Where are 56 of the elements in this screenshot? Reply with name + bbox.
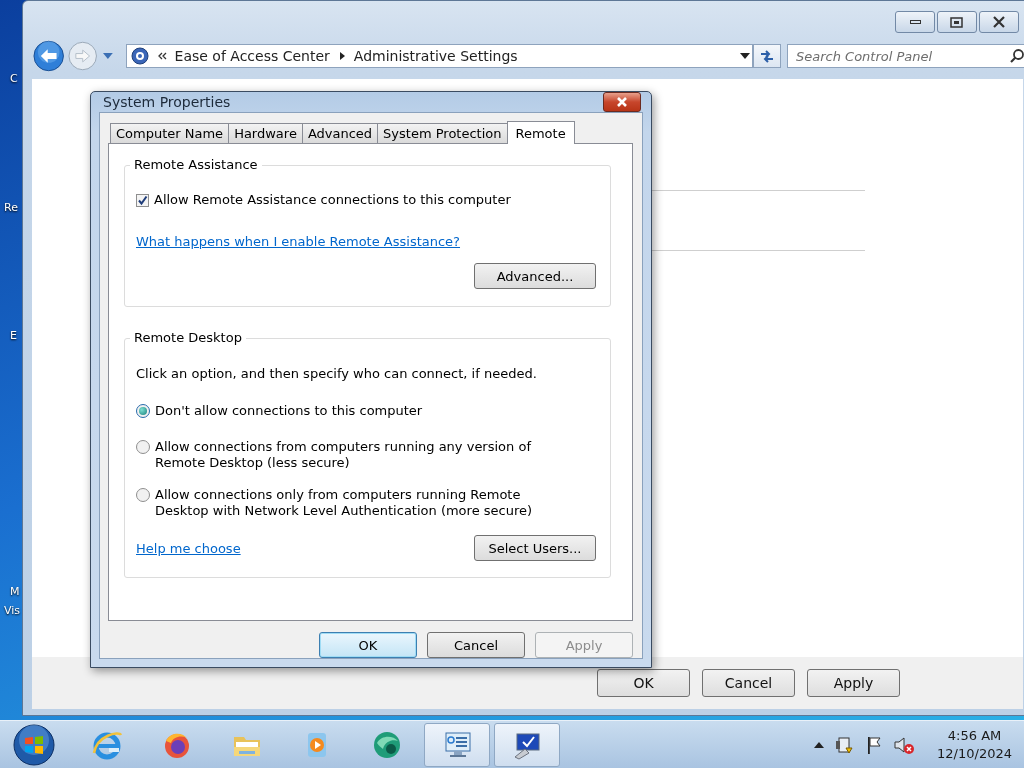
radio-label: Allow connections from computers running any version of Remote Desktop (less secure) bbox=[155, 439, 531, 471]
start-button[interactable] bbox=[12, 722, 56, 767]
dialog-title: System Properties bbox=[103, 94, 231, 110]
desktop-icon-label: M bbox=[10, 585, 20, 598]
flag-icon[interactable] bbox=[865, 734, 884, 755]
refresh-button[interactable] bbox=[753, 44, 781, 68]
radio-button[interactable] bbox=[136, 440, 150, 454]
search-field[interactable]: Search Control Panel bbox=[787, 44, 1024, 68]
maximize-button[interactable] bbox=[937, 11, 977, 33]
breadcrumb-link[interactable]: Ease of Access Center bbox=[174, 48, 330, 64]
group-heading: Remote Assistance bbox=[130, 157, 262, 172]
tab[interactable]: Hardware bbox=[228, 123, 303, 143]
dialog-button[interactable]: OK bbox=[319, 632, 417, 658]
dialog-button[interactable]: Apply bbox=[807, 669, 900, 697]
speaker-muted-icon[interactable] bbox=[893, 734, 916, 755]
recent-pages-dropdown-icon[interactable] bbox=[101, 51, 114, 61]
checkbox-label: Allow Remote Assistance connections to this computer bbox=[154, 192, 511, 208]
close-button[interactable] bbox=[603, 92, 641, 112]
taskbar-button[interactable] bbox=[494, 722, 560, 767]
clock-time: 4:56 AM bbox=[947, 726, 1002, 745]
clock-date: 12/10/2024 bbox=[937, 744, 1012, 763]
desktop-icon-label: Re bbox=[4, 201, 18, 214]
tab[interactable]: Advanced bbox=[301, 123, 379, 143]
breadcrumb-link[interactable]: Administrative Settings bbox=[353, 48, 518, 64]
tab[interactable]: Computer Name bbox=[110, 123, 230, 143]
chevron-icon[interactable] bbox=[156, 51, 167, 61]
radio-button[interactable] bbox=[136, 404, 150, 418]
select-users-button[interactable]: Select Users... bbox=[474, 535, 596, 561]
radio-button[interactable] bbox=[136, 488, 150, 502]
back-button[interactable] bbox=[33, 40, 65, 72]
dropdown-icon[interactable] bbox=[738, 51, 753, 61]
dialog-button[interactable]: OK bbox=[597, 669, 690, 697]
dialog-button[interactable]: Cancel bbox=[427, 632, 525, 658]
group-heading: Remote Desktop bbox=[130, 330, 246, 345]
advanced-button[interactable]: Advanced... bbox=[474, 263, 596, 289]
close-icon bbox=[615, 96, 629, 108]
clock[interactable]: 4:56 AM 12/10/2024 bbox=[937, 726, 1012, 763]
checkbox[interactable] bbox=[136, 194, 149, 207]
radio-label: Allow connections only from computers running Remote Desktop with Network Level Authentication (more secure) bbox=[155, 487, 533, 519]
tab[interactable]: Remote bbox=[506, 121, 575, 144]
checkmark-icon bbox=[137, 195, 148, 206]
breadcrumb-arrow-icon[interactable] bbox=[337, 51, 346, 61]
search-icon[interactable] bbox=[1009, 48, 1024, 64]
dialog-button[interactable]: Cancel bbox=[702, 669, 795, 697]
desktop-icon-label: Vis bbox=[4, 604, 21, 617]
help-link[interactable]: What happens when I enable Remote Assistance? bbox=[136, 234, 460, 249]
tab[interactable]: System Protection bbox=[377, 123, 508, 143]
help-link[interactable]: Help me choose bbox=[136, 540, 241, 556]
minimize-icon bbox=[909, 20, 921, 24]
radio-label: Don't allow connections to this computer bbox=[155, 403, 423, 419]
taskbar-button[interactable] bbox=[424, 722, 490, 767]
instruction-text: Click an option, and then specify who can connect, if needed. bbox=[136, 366, 538, 381]
desktop-icon-label: C bbox=[10, 72, 18, 85]
close-button[interactable] bbox=[979, 11, 1019, 33]
minimize-button[interactable] bbox=[895, 11, 935, 33]
desktop-icon-label: E bbox=[10, 329, 17, 342]
